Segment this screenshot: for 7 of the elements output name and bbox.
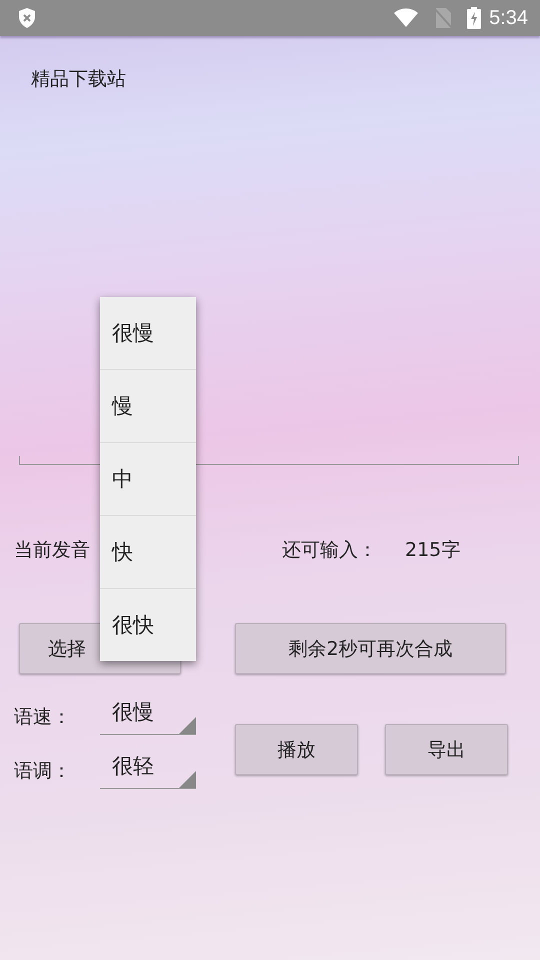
remaining-count: 215字 — [405, 538, 460, 563]
clock-time: 5:34 — [489, 6, 528, 30]
pronunciation-label: 当前发音 — [14, 538, 90, 563]
remaining-label: 还可输入： — [282, 538, 377, 563]
speed-label: 语速： — [14, 704, 72, 730]
app-title: 精品下载站 — [31, 67, 126, 92]
pitch-label: 语调： — [14, 758, 72, 784]
